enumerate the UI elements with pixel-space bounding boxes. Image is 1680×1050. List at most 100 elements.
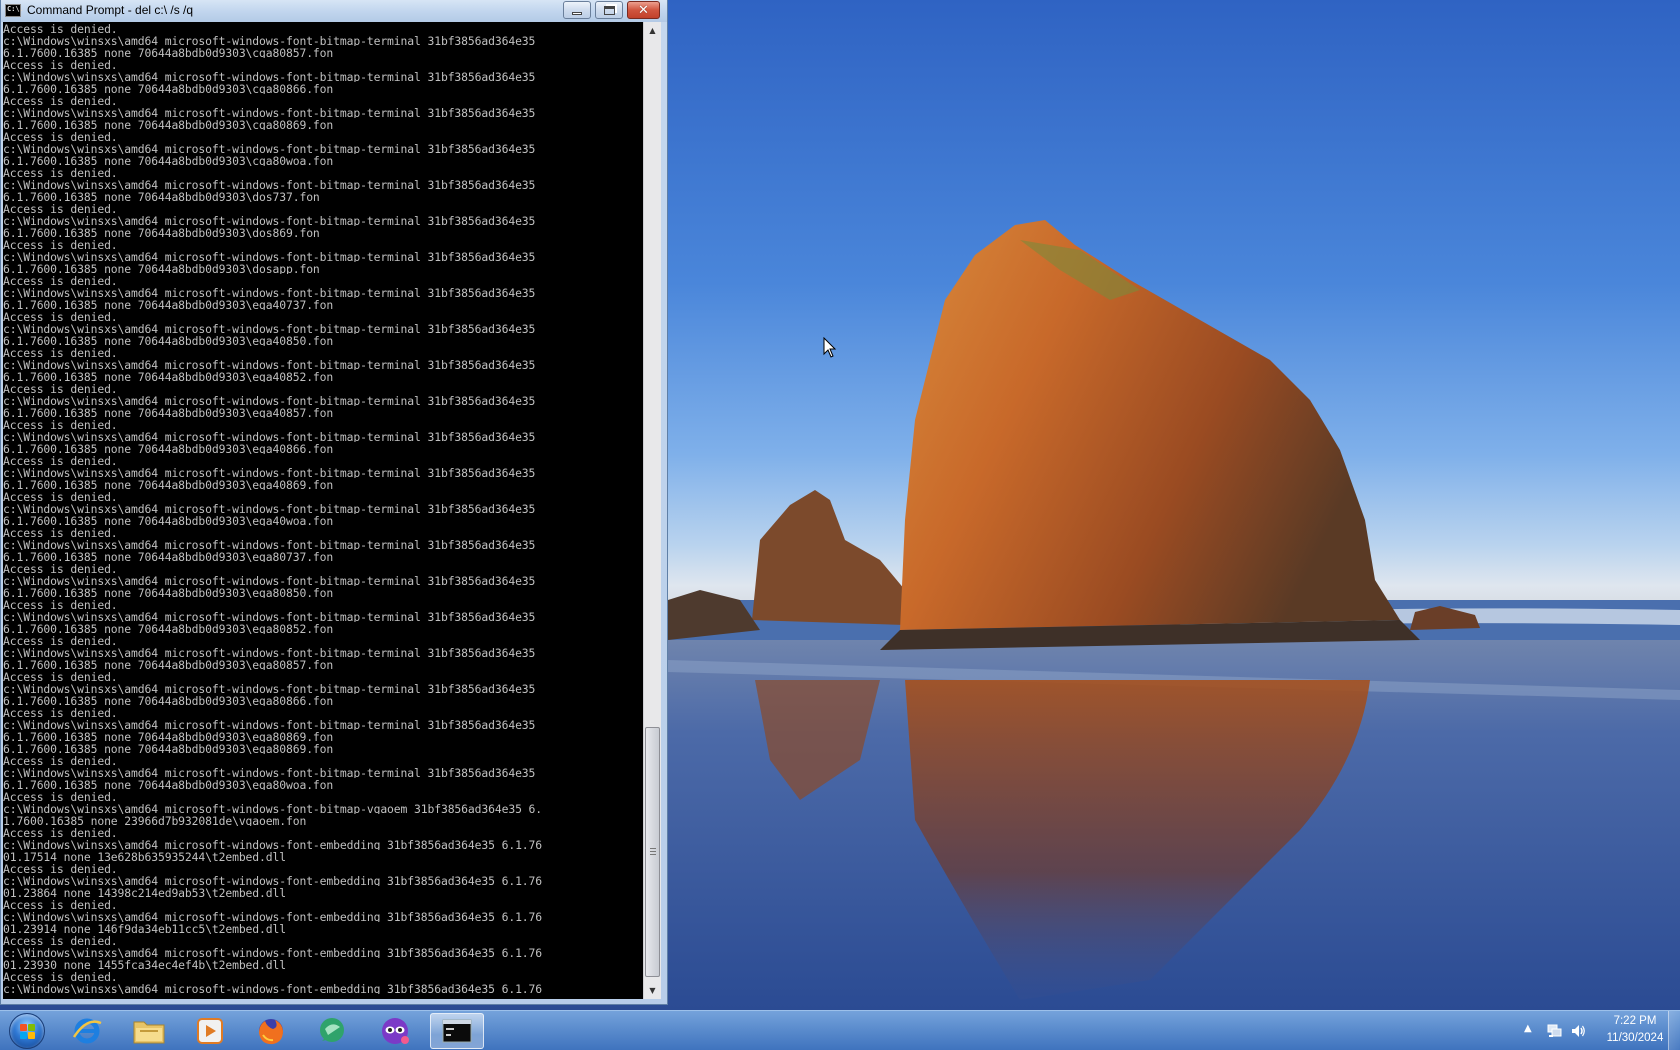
console-line: Access is denied. — [3, 238, 118, 250]
green-chat-icon — [320, 1018, 344, 1042]
console-line: c:\Windows\winsxs\amd64_microsoft-window… — [3, 802, 543, 814]
minimize-icon — [572, 11, 582, 15]
console-line: Access is denied. — [3, 310, 118, 322]
console-line: 6.1.7600.16385_none_70644a8bdb0d9303\ega… — [3, 622, 334, 634]
volume-icon[interactable] — [1570, 1023, 1586, 1039]
console-line: c:\Windows\winsxs\amd64_microsoft-window… — [3, 538, 543, 550]
command-prompt-window[interactable]: C:\. Command Prompt - del c:\ /s /q ✕ Ac… — [0, 0, 668, 1005]
console-line: c:\Windows\winsxs\amd64_microsoft-window… — [3, 322, 543, 334]
restore-icon — [603, 5, 615, 15]
console-line: 6.1.7600.16385_none_70644a8bdb0d9303\ega… — [3, 442, 334, 454]
console-line: 6.1.7600.16385_none_70644a8bdb0d9303\cga… — [3, 118, 334, 130]
console-output[interactable]: Access is denied. c:\Windows\winsxs\amd64… — [3, 22, 643, 999]
app-icon-text: C:\. — [7, 5, 24, 13]
console-line: Access is denied. — [3, 382, 118, 394]
console-line: c:\Windows\winsxs\amd64_microsoft-window… — [3, 286, 543, 298]
console-line: Access is denied. — [3, 898, 118, 910]
vertical-scrollbar[interactable]: ▲ ▼ — [643, 22, 661, 999]
maximize-button[interactable] — [595, 1, 623, 19]
console-line: c:\Windows\winsxs\amd64_microsoft-window… — [3, 982, 543, 994]
show-hidden-icons-arrow-icon[interactable]: ▲ — [1524, 1023, 1532, 1034]
console-line: Access is denied. — [3, 418, 118, 430]
console-line: 6.1.7600.16385_none_70644a8bdb0d9303\ega… — [3, 298, 334, 310]
command-prompt-icon[interactable]: C:\. — [5, 4, 24, 17]
console-line: Access is denied. — [3, 346, 118, 358]
console-line: Access is denied. — [3, 94, 118, 106]
console-line: Access is denied. — [3, 454, 118, 466]
scroll-up-arrow-icon[interactable]: ▲ — [644, 22, 661, 39]
console-line: Access is denied. — [3, 862, 118, 874]
console-line: 6.1.7600.16385_none_70644a8bdb0d9303\ega… — [3, 586, 334, 598]
window-title: Command Prompt - del c:\ /s /q — [27, 3, 194, 17]
close-button[interactable]: ✕ — [627, 1, 660, 19]
console-line: c:\Windows\winsxs\amd64_microsoft-window… — [3, 430, 543, 442]
clock-time[interactable]: 7:22 PM — [1600, 1015, 1670, 1027]
console-line: Access is denied. — [3, 166, 118, 178]
taskbar-firefox[interactable] — [244, 1013, 298, 1049]
console-line: Access is denied. — [3, 634, 118, 646]
scroll-down-arrow-icon[interactable]: ▼ — [644, 982, 661, 999]
show-desktop-button[interactable] — [1668, 1011, 1680, 1050]
console-line: 01.23930_none_1455fca34ec4ef4b\t2embed.d… — [3, 958, 286, 970]
console-line: 1.7600.16385_none_23966d7b932081de\vgaoe… — [3, 814, 307, 826]
taskbar: ▲ 7:22 PM 11/30/2024 — [0, 1010, 1680, 1050]
console-line: c:\Windows\winsxs\amd64_microsoft-window… — [3, 106, 543, 118]
console-line: c:\Windows\winsxs\amd64_microsoft-window… — [3, 250, 543, 262]
taskbar-internet-explorer[interactable] — [60, 1013, 114, 1049]
console-line: c:\Windows\winsxs\amd64_microsoft-window… — [3, 946, 543, 958]
console-line: Access is denied. — [3, 202, 118, 214]
console-line: c:\Windows\winsxs\amd64_microsoft-window… — [3, 70, 543, 82]
console-line: 01.23914_none_146f9da34eb11cc5\t2embed.d… — [3, 922, 286, 934]
console-line: c:\Windows\winsxs\amd64_microsoft-window… — [3, 910, 543, 922]
console-line: Access is denied. — [3, 274, 118, 286]
console-line: 6.1.7600.16385_none_70644a8bdb0d9303\ega… — [3, 778, 334, 790]
console-line: Access is denied. — [3, 490, 118, 502]
taskbar-command-prompt[interactable] — [430, 1013, 484, 1049]
grip-icon — [650, 848, 656, 855]
console-line: 6.1.7600.16385_none_70644a8bdb0d9303\ega… — [3, 694, 334, 706]
console-line: Access is denied. — [3, 598, 118, 610]
clock-date[interactable]: 11/30/2024 — [1600, 1032, 1670, 1044]
console-line: c:\Windows\winsxs\amd64_microsoft-window… — [3, 178, 543, 190]
minimize-button[interactable] — [563, 1, 591, 19]
console-line: Access is denied. — [3, 58, 118, 70]
mouse-cursor-icon — [823, 337, 837, 358]
console-line: c:\Windows\winsxs\amd64_microsoft-window… — [3, 610, 543, 622]
console-line: Access is denied. — [3, 22, 118, 34]
console-line: Access is denied. — [3, 970, 118, 982]
taskbar-windows-explorer[interactable] — [122, 1013, 176, 1049]
window-titlebar[interactable]: C:\. Command Prompt - del c:\ /s /q ✕ — [1, 0, 667, 22]
console-line: 6.1.7600.16385_none_70644a8bdb0d9303\ega… — [3, 406, 334, 418]
console-line: c:\Windows\winsxs\amd64_microsoft-window… — [3, 718, 543, 730]
taskbar-purple-app[interactable] — [368, 1013, 422, 1049]
console-line: c:\Windows\winsxs\amd64_microsoft-window… — [3, 682, 543, 694]
console-line: 6.1.7600.16385_none_70644a8bdb0d9303\ega… — [3, 514, 334, 526]
console-line: 6.1.7600.16385_none_70644a8bdb0d9303\cga… — [3, 154, 334, 166]
command-prompt-icon — [442, 1019, 472, 1043]
console-line: 6.1.7600.16385_none_70644a8bdb0d9303\ega… — [3, 478, 334, 490]
taskbar-media-player[interactable] — [183, 1013, 237, 1049]
folder-icon — [133, 1021, 165, 1044]
console-line: c:\Windows\winsxs\amd64_microsoft-window… — [3, 394, 543, 406]
network-icon[interactable] — [1546, 1023, 1562, 1039]
console-line: c:\Windows\winsxs\amd64_microsoft-window… — [3, 34, 543, 46]
start-button[interactable] — [4, 1012, 50, 1050]
console-line: 6.1.7600.16385_none_70644a8bdb0d9303\ega… — [3, 730, 334, 742]
firefox-icon — [259, 1019, 283, 1045]
console-line: c:\Windows\winsxs\amd64_microsoft-window… — [3, 214, 543, 226]
console-line: Access is denied. — [3, 934, 118, 946]
purple-mask-icon — [382, 1018, 409, 1044]
console-line: 6.1.7600.16385_none_70644a8bdb0d9303\cga… — [3, 46, 334, 58]
scroll-thumb[interactable] — [645, 727, 660, 977]
console-line: Access is denied. — [3, 130, 118, 142]
console-line: 6.1.7600.16385_none_70644a8bdb0d9303\ega… — [3, 550, 334, 562]
taskbar-green-app[interactable] — [305, 1013, 359, 1049]
console-line: c:\Windows\winsxs\amd64_microsoft-window… — [3, 874, 543, 886]
system-tray: ▲ 7:22 PM 11/30/2024 — [1518, 1011, 1680, 1050]
console-line: 01.23864_none_14398c214ed9ab53\t2embed.d… — [3, 886, 286, 898]
windows-start-orb-icon — [9, 1013, 45, 1049]
console-line: 6.1.7600.16385_none_70644a8bdb0d9303\dos… — [3, 190, 320, 202]
console-line: Access is denied. — [3, 670, 118, 682]
console-line: c:\Windows\winsxs\amd64_microsoft-window… — [3, 142, 543, 154]
console-line: 6.1.7600.16385_none_70644a8bdb0d9303\dos… — [3, 262, 320, 274]
